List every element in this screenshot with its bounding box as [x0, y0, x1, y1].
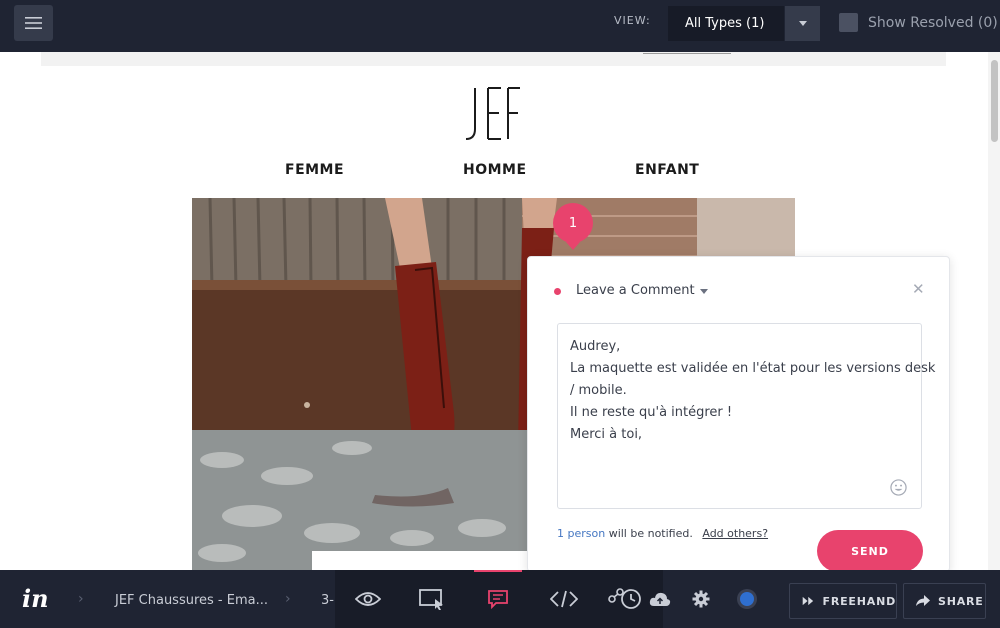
header-strip-link[interactable] [643, 52, 731, 54]
comment-pin[interactable]: 1 [553, 203, 593, 243]
show-resolved-checkbox[interactable] [839, 13, 858, 32]
add-others-link[interactable]: Add others? [702, 527, 768, 540]
nav-enfant[interactable]: ENFANT [635, 162, 699, 178]
freehand-icon [802, 596, 814, 606]
close-icon[interactable]: ✕ [912, 281, 925, 297]
emoji-icon[interactable] [890, 479, 907, 496]
status-dot-icon [737, 589, 757, 609]
code-icon [550, 590, 578, 608]
show-resolved-label[interactable]: Show Resolved (0) [868, 15, 998, 31]
history-icon [608, 588, 641, 609]
eye-icon [355, 592, 381, 606]
freehand-button[interactable]: FREEHAND [789, 583, 897, 619]
invision-logo[interactable]: in [22, 587, 49, 611]
view-type-dropdown-button[interactable] [785, 6, 820, 41]
comment-line: Audrey, [570, 339, 621, 354]
chevron-right-icon: › [285, 591, 291, 607]
jef-logo [465, 87, 520, 140]
content-card [312, 551, 532, 570]
comment-line: La maquette est validée en l'état pour l… [570, 361, 936, 376]
send-button[interactable]: SEND [817, 530, 923, 572]
scrollbar-thumb[interactable] [991, 60, 998, 142]
header-strip [41, 52, 946, 66]
freehand-label: FREEHAND [822, 594, 896, 608]
cloud-icon [649, 592, 671, 606]
comment-line: / mobile. [570, 383, 627, 398]
comment-type-select[interactable]: Leave a Comment [576, 283, 695, 298]
comment-pin-tail [566, 242, 580, 250]
select-area-icon [419, 589, 443, 610]
view-type-select[interactable]: All Types (1) [668, 6, 784, 41]
caret-down-icon[interactable] [700, 289, 708, 294]
inspect-mode-button[interactable] [540, 570, 588, 628]
comment-status-dot [554, 288, 561, 295]
nav-femme[interactable]: FEMME [285, 162, 344, 178]
comment-line: Merci à toi, [570, 427, 643, 442]
menu-button[interactable] [14, 5, 53, 41]
notify-suffix: will be notified. [605, 527, 693, 540]
nav-homme[interactable]: HOMME [463, 162, 527, 178]
project-breadcrumb[interactable]: JEF Chaussures - Ema... [115, 593, 268, 608]
bottom-toolbar: in › JEF Chaussures - Ema... › 3- FREEHA… [0, 570, 1000, 628]
share-label: SHARE [938, 594, 984, 608]
comment-line: Il ne reste qu'à intégrer ! [570, 405, 733, 420]
caret-down-icon [798, 21, 807, 26]
chevron-right-icon: › [78, 591, 84, 607]
gear-icon [692, 590, 710, 608]
share-icon [916, 595, 930, 606]
comment-icon [488, 590, 508, 609]
top-bar: VIEW: All Types (1) Show Resolved (0) [0, 0, 1000, 52]
screen-breadcrumb[interactable]: 3- [321, 593, 334, 608]
presence-status-button[interactable] [734, 570, 760, 628]
sync-button[interactable] [647, 570, 673, 628]
preview-mode-button[interactable] [344, 570, 392, 628]
share-button[interactable]: SHARE [903, 583, 986, 619]
mode-tools [335, 570, 663, 628]
settings-button[interactable] [690, 570, 712, 628]
history-mode-button[interactable] [602, 570, 650, 628]
comment-mode-button[interactable] [474, 570, 522, 628]
build-mode-button[interactable] [408, 570, 456, 628]
menu-icon [25, 17, 42, 29]
comment-panel: Leave a Comment ✕ Audrey, La maquette es… [527, 256, 950, 572]
notify-text: 1 person will be notified. Add others? [557, 527, 768, 540]
view-label: VIEW: [614, 14, 651, 27]
notify-people-link[interactable]: 1 person [557, 527, 605, 540]
comment-textarea[interactable]: Audrey, La maquette est validée en l'éta… [557, 323, 936, 509]
